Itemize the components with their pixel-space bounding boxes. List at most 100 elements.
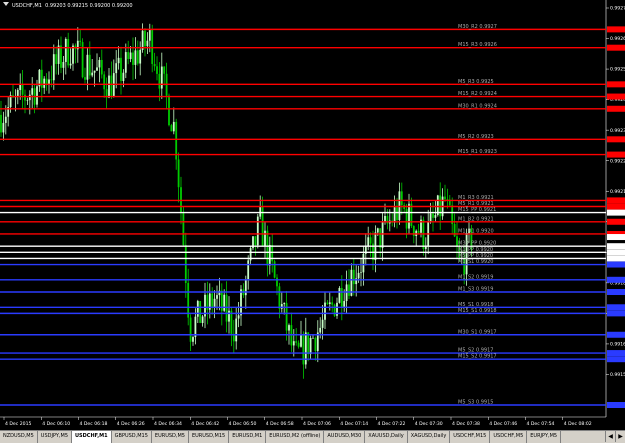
- candle-body: [266, 230, 269, 266]
- candle-body: [230, 310, 233, 334]
- time-tick-label: 4 Dec 06:34: [154, 421, 182, 427]
- candle-body: [60, 45, 62, 68]
- candle-body: [324, 302, 326, 320]
- candle-body: [396, 207, 398, 221]
- pivot-level-label: M15_R1 0.9923: [458, 149, 497, 155]
- tab-scroll-left-icon[interactable]: ◀: [605, 431, 615, 442]
- tab-eurusd-m2-offline[interactable]: EURUSD,M2 (offline): [266, 431, 325, 443]
- candle-body: [331, 302, 334, 305]
- pivot-price-marker: [607, 218, 625, 225]
- pivot-price-marker: [607, 331, 625, 338]
- candle-body: [127, 52, 130, 60]
- candle-body: [237, 315, 240, 319]
- candle-body: [98, 59, 101, 68]
- price-chart[interactable]: 0.992750.992650.992550.992450.992350.992…: [0, 0, 625, 430]
- tab-nzdusd-m5[interactable]: NZDUSD,M5: [0, 431, 38, 443]
- candle-body: [307, 332, 310, 355]
- tab-audusd-m30[interactable]: AUDUSD,M30: [324, 431, 366, 443]
- time-tick-label: 4 Dec 06:58: [266, 421, 294, 427]
- candle-body: [21, 83, 24, 95]
- candle-body: [201, 316, 204, 323]
- candle-body: [352, 269, 355, 285]
- pivot-price-marker: [607, 93, 625, 100]
- candle-body: [86, 54, 89, 80]
- candle-body: [211, 293, 214, 308]
- candle-body: [28, 94, 31, 101]
- chart-title: USDCHF,M1 0.99203 0.99215 0.99200 0.9920…: [0, 0, 133, 12]
- candle-body: [429, 213, 432, 222]
- tab-eurjpy-m5[interactable]: EURJPY,M5: [527, 431, 562, 443]
- pivot-level-label: M15_S1 0.9918: [458, 308, 497, 314]
- pivot-price-marker: [607, 310, 625, 317]
- candle-body: [340, 287, 343, 307]
- candle-body: [393, 207, 396, 223]
- candle-body: [312, 337, 314, 339]
- pivot-level-label: M5_S1 0.9918: [458, 302, 493, 308]
- pivot-price-marker: [607, 151, 625, 158]
- candle-body: [84, 77, 86, 80]
- candle-body: [172, 121, 175, 132]
- pivot-level-label: M15_R2 0.9924: [458, 91, 497, 97]
- candle-body: [314, 337, 317, 351]
- pivot-price-marker: [607, 209, 625, 216]
- candle-body: [362, 253, 365, 273]
- time-tick-label: 4 Dec 07:54: [527, 421, 555, 427]
- price-tick-label: 0.99225: [610, 158, 625, 164]
- candle-body: [417, 230, 420, 233]
- chart-symbol-icon: [3, 2, 9, 6]
- tab-gbpusd-m15[interactable]: GBPUSD,M15: [112, 431, 152, 443]
- chart-window[interactable]: 0.992750.992650.992550.992450.992350.992…: [0, 0, 625, 443]
- candle-body: [379, 228, 382, 248]
- candle-body: [122, 72, 125, 81]
- candle-body: [55, 54, 58, 64]
- tab-eurusd-m5[interactable]: EURUSD,M5: [152, 431, 189, 443]
- tab-usdchf-m15[interactable]: USDCHF,M15: [450, 431, 491, 443]
- pivot-level-label: M5_S2 0.9917: [458, 348, 493, 354]
- tab-eurusd-m15[interactable]: EURUSD,M15: [189, 431, 230, 443]
- price-tick-label: 0.99275: [610, 6, 625, 12]
- candle-body: [110, 75, 113, 98]
- candle-body: [182, 212, 185, 246]
- time-tick-label: 4 Dec 07:06: [303, 421, 331, 427]
- candle-body: [300, 335, 302, 347]
- candle-body: [225, 294, 228, 322]
- candle-body: [43, 78, 46, 88]
- tab-xauusd-daily[interactable]: XAUUSD,Daily: [365, 431, 408, 443]
- candle-body: [338, 287, 341, 303]
- tab-xagusd-daily[interactable]: XAGUSD,Daily: [408, 431, 451, 443]
- pivot-level-label: M1_R2 0.9921: [458, 216, 494, 222]
- candle-body: [160, 66, 163, 89]
- candle-body: [64, 38, 67, 62]
- candle-body: [278, 286, 281, 309]
- candle-body: [194, 316, 197, 338]
- tab-usdchf-m5[interactable]: USDCHF,M5: [490, 431, 528, 443]
- price-tick-label: 0.99255: [610, 67, 625, 73]
- candle-body: [280, 304, 283, 309]
- tab-eurusd-m1[interactable]: EURUSD,M1: [229, 431, 267, 443]
- tab-usdjpy-m5[interactable]: USDJPY,M5: [38, 431, 72, 443]
- candle-body: [321, 319, 324, 328]
- pivot-level-label: M5_R2 0.9923: [458, 134, 494, 140]
- candle-body: [108, 75, 110, 98]
- pivot-price-marker: [607, 105, 625, 112]
- tab-usdchf-m1[interactable]: USDCHF,M1: [72, 431, 112, 443]
- candle-body: [100, 59, 103, 75]
- price-tick-label: 0.99155: [610, 372, 625, 378]
- candle-body: [88, 54, 91, 76]
- candle-body: [348, 284, 350, 296]
- candle-body: [369, 237, 372, 244]
- candle-body: [228, 310, 230, 322]
- tab-scroll-right-icon[interactable]: ▶: [615, 431, 625, 442]
- time-tick-label: 4 Dec 06:26: [117, 421, 145, 427]
- candle-body: [168, 95, 170, 126]
- pivot-price-marker: [607, 81, 625, 88]
- candle-body: [384, 216, 386, 222]
- pivot-level-label: M30_R1 0.9924: [458, 103, 497, 109]
- candle-body: [36, 86, 38, 105]
- candle-body: [295, 341, 298, 343]
- time-tick-label: 4 Dec 07:22: [378, 421, 406, 427]
- candle-body: [175, 121, 178, 160]
- candle-body: [103, 74, 106, 90]
- candle-body: [48, 79, 50, 85]
- time-tick-label: 4 Dec 06:10: [42, 421, 70, 427]
